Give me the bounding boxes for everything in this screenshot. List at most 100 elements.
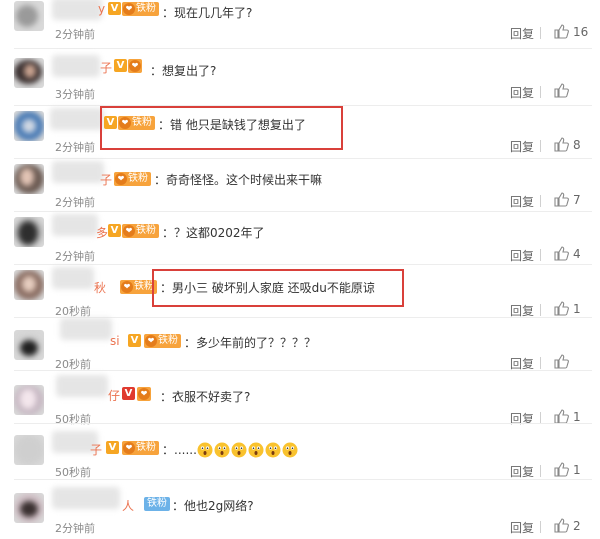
username[interactable]: 子 [90,441,102,458]
reply-button[interactable]: 回复 [510,193,534,210]
blurred-username [52,267,94,289]
reply-button[interactable]: 回复 [510,247,534,264]
comment-text: ：想复出了? [150,64,217,78]
avatar[interactable] [14,385,44,415]
blurred-username [52,161,104,183]
comment-text: ：？这都0202年了 [162,226,265,240]
avatar[interactable] [14,330,44,360]
like-count: 16 [573,25,589,39]
username[interactable]: 人 [122,497,134,514]
comment-text: ：衣服不好卖了? [160,390,251,404]
username[interactable]: 仔 [108,387,120,404]
like-count: 4 [573,247,581,261]
fan-badge-icon: ❤ [121,281,133,293]
comment-row: 子 V ❤ ：想复出了? 3分钟前 回复 [0,53,600,106]
username[interactable]: si [110,334,120,348]
like-count: 1 [573,302,581,316]
divider [14,423,592,424]
verified-v-badge: V [114,59,127,72]
comment-row: 子 ❤ 铁粉 ：奇奇怪怪。这个时候出来干嘛 2分钟前 回复 7 [0,159,600,212]
reply-button[interactable]: 回复 [510,84,534,101]
fan-badge-icon: ❤ [123,225,135,237]
avatar[interactable] [14,217,44,247]
thumbs-up-icon[interactable] [553,517,569,533]
thumbs-up-icon[interactable] [553,408,569,424]
fan-badge: ❤ [128,59,142,73]
verified-v-badge: V [108,2,121,15]
comment-list: y V ❤ 铁粉 ：现在几几年了? 2分钟前 回复 16 子 V ❤ ：想复出了?… [0,0,600,539]
surprised-face-emoji [214,442,230,458]
fan-badge-icon: ❤ [138,388,150,400]
verified-v-badge: V [106,441,119,454]
fan-badge: ❤ [137,387,151,401]
comment-row: 秋 ❤ 铁粉 ：男小三 破坏别人家庭 还吸du不能原谅 20秒前 回复 1 [0,265,600,318]
reply-button[interactable]: 回复 [510,519,534,536]
timestamp: 50秒前 [55,466,91,479]
username[interactable]: 多 [96,224,108,241]
fan-badge: ❤铁粉 [122,224,159,238]
reply-button[interactable]: 回复 [510,410,534,427]
comment-text: ：多少年前的了？？？？ [184,336,317,350]
divider [540,27,541,39]
avatar[interactable] [14,270,44,300]
comment-text: ：现在几几年了? [162,6,253,20]
thumbs-up-icon[interactable] [553,82,569,98]
avatar[interactable] [14,58,44,88]
avatar[interactable] [14,493,44,523]
fan-badge-icon: ❤ [123,3,135,15]
thumbs-up-icon[interactable] [553,300,569,316]
surprised-face-emoji [197,442,213,458]
thumbs-up-icon[interactable] [553,461,569,477]
avatar[interactable] [14,111,44,141]
username[interactable]: 子 [100,59,112,76]
avatar[interactable] [14,1,44,31]
blurred-username [56,375,108,397]
comment-row: y V ❤ 铁粉 ：现在几几年了? 2分钟前 回复 16 [0,0,600,49]
surprised-face-emoji [265,442,281,458]
avatar[interactable] [14,164,44,194]
timestamp: 2分钟前 [55,250,95,263]
username[interactable]: 秋 [94,279,106,296]
username[interactable]: y [98,2,105,16]
fan-badge: ❤铁粉 [122,441,159,455]
thumbs-up-icon[interactable] [553,191,569,207]
comment-row: 多 V ❤ 铁粉 ：？这都0202年了 2分钟前 回复 4 [0,212,600,265]
divider [540,195,541,207]
timestamp: 2分钟前 [55,141,95,154]
fan-badge-icon: ❤ [145,335,157,347]
timestamp: 2分钟前 [55,522,95,535]
divider [14,479,592,480]
reply-button[interactable]: 回复 [510,25,534,42]
timestamp: 50秒前 [55,413,91,426]
comment-text-body: ：...... [162,443,197,457]
verified-v-badge: V [122,387,135,400]
like-count: 2 [573,519,581,533]
thumbs-up-icon[interactable] [553,136,569,152]
like-count: 1 [573,463,581,477]
fan-badge: ❤铁粉 [144,334,181,348]
verified-v-badge: V [128,334,141,347]
blurred-username [50,108,104,130]
avatar[interactable] [14,435,44,465]
comment-row: 仔 V ❤ ：衣服不好卖了? 50秒前 回复 1 [0,371,600,427]
blurred-username [52,214,98,236]
comment-text: ：他也2g网络? [172,499,254,513]
thumbs-up-icon[interactable] [553,23,569,39]
fan-badge: ❤铁粉 [114,172,151,186]
surprised-face-emoji [231,442,247,458]
comment-row: V ❤ 铁粉 ：错 他只是缺钱了想复出了 2分钟前 回复 8 [0,106,600,159]
comment-text: ：奇奇怪怪。这个时候出来干嘛 [154,173,323,187]
username[interactable]: 子 [100,171,112,188]
fan-badge-icon: ❤ [123,442,135,454]
like-count: 7 [573,193,581,207]
reply-button[interactable]: 回复 [510,463,534,480]
comment-row: 人 ❤铁粉 ：他也2g网络? 2分钟前 回复 2 [0,483,600,536]
thumbs-up-icon[interactable] [553,353,569,369]
thumbs-up-icon[interactable] [553,245,569,261]
reply-button[interactable]: 回复 [510,138,534,155]
timestamp: 3分钟前 [55,88,95,101]
emoji-row [197,442,299,458]
highlight-box [100,106,343,150]
blurred-username [52,487,120,509]
surprised-face-emoji [282,442,298,458]
